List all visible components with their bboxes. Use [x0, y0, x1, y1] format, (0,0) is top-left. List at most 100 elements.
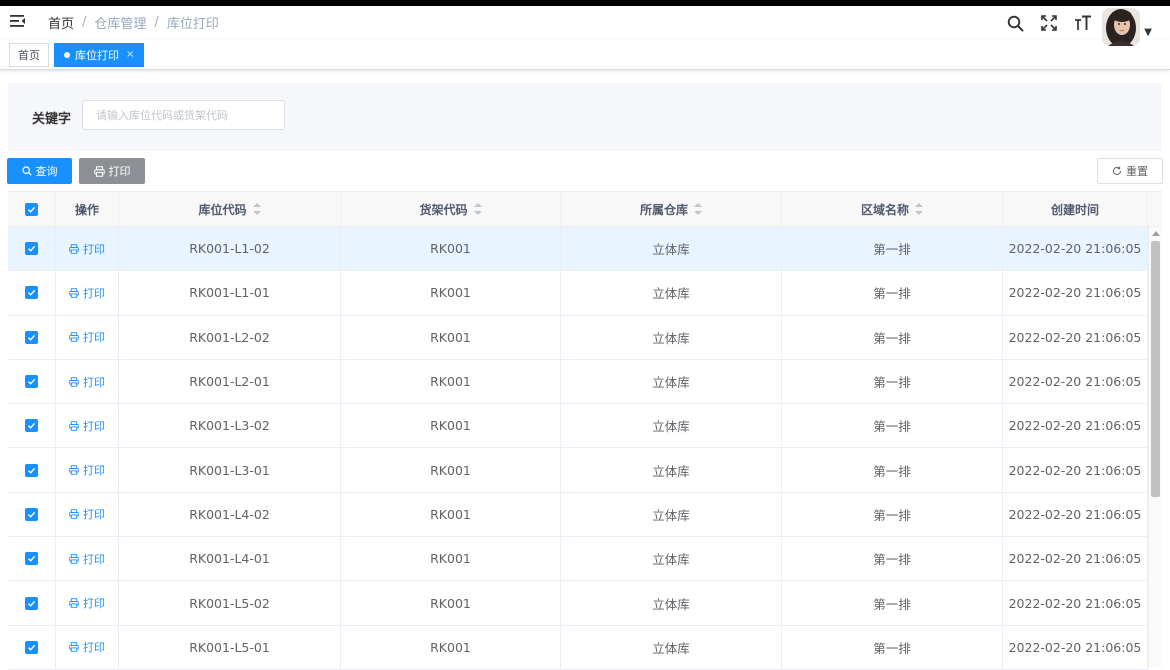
- header-search-button[interactable]: [998, 6, 1032, 40]
- tag-active-location-print[interactable]: 库位打印 ×: [54, 42, 145, 67]
- shelf-code-cell: RK001: [341, 359, 561, 404]
- area-name-cell: 第一排: [782, 537, 1003, 581]
- row-checkbox[interactable]: [25, 596, 38, 610]
- checkmark-icon: [28, 556, 36, 562]
- row-checkbox[interactable]: [25, 242, 38, 256]
- table-row[interactable]: 打印 RK001-L5-01 RK001 立体库 第一排 2022-02-20 …: [8, 625, 1148, 670]
- tag-home-label: 首页: [18, 48, 40, 62]
- row-print-label: 打印: [83, 597, 105, 611]
- right-toolbar: ▼: [998, 6, 1152, 46]
- checkmark-icon: [28, 467, 36, 474]
- row-checkbox[interactable]: [25, 419, 38, 433]
- printer-icon: [69, 465, 79, 475]
- table-row[interactable]: 打印 RK001-L5-02 RK001 立体库 第一排 2022-02-20 …: [8, 581, 1148, 626]
- column-label: 创建时间: [1050, 202, 1099, 217]
- row-print-link[interactable]: 打印: [69, 241, 105, 257]
- row-checkbox-cell: [8, 448, 56, 492]
- table-scrollbar[interactable]: [1148, 227, 1162, 667]
- row-print-label: 打印: [83, 331, 105, 345]
- sort-icon[interactable]: [694, 203, 702, 215]
- row-print-link[interactable]: 打印: [69, 329, 105, 345]
- checkmark-icon: [28, 511, 36, 518]
- area-name-cell: 第一排: [782, 625, 1003, 669]
- table-row[interactable]: 打印 RK001-L1-02 RK001 立体库 第一排 2022-02-20 …: [8, 227, 1148, 272]
- table-row[interactable]: 打印 RK001-L3-02 RK001 立体库 第一排 2022-02-20 …: [8, 404, 1148, 449]
- row-checkbox[interactable]: [25, 375, 38, 389]
- row-print-link[interactable]: 打印: [69, 462, 105, 478]
- breadcrumb-home[interactable]: 首页: [48, 13, 74, 32]
- row-checkbox[interactable]: [25, 330, 38, 344]
- table-row[interactable]: 打印 RK001-L1-01 RK001 立体库 第一排 2022-02-20 …: [8, 271, 1148, 316]
- scrollbar-thumb[interactable]: [1151, 241, 1160, 497]
- column-header-warehouse[interactable]: 所属仓库: [561, 192, 782, 226]
- row-print-link[interactable]: 打印: [69, 374, 105, 390]
- printer-icon: [69, 509, 79, 520]
- row-print-label: 打印: [83, 375, 105, 389]
- row-checkbox-cell: [8, 359, 56, 404]
- close-icon[interactable]: ×: [126, 49, 134, 60]
- checkmark-icon: [28, 245, 36, 252]
- row-checkbox[interactable]: [25, 507, 38, 521]
- row-checkbox-cell: [8, 404, 56, 448]
- row-print-label: 打印: [83, 552, 105, 566]
- shelf-code-cell: RK001: [341, 537, 561, 581]
- row-action-cell: 打印: [56, 404, 119, 448]
- column-header-area-name[interactable]: 区域名称: [782, 192, 1003, 226]
- select-all-checkbox[interactable]: [25, 202, 38, 216]
- sort-icon[interactable]: [252, 203, 261, 215]
- location-code-cell: RK001-L1-02: [119, 227, 341, 271]
- warehouse-cell: 立体库: [561, 492, 782, 537]
- hamburger-icon[interactable]: [10, 14, 26, 28]
- row-print-link[interactable]: 打印: [69, 595, 105, 611]
- search-icon: [1007, 15, 1024, 31]
- created-time-cell: 2022-02-20 21:06:05: [1003, 315, 1148, 359]
- row-checkbox[interactable]: [25, 286, 38, 300]
- row-action-cell: 打印: [56, 492, 119, 537]
- sort-icon[interactable]: [473, 203, 482, 215]
- area-name-cell: 第一排: [782, 271, 1003, 315]
- location-code-cell: RK001-L3-01: [119, 448, 341, 492]
- row-print-label: 打印: [83, 641, 105, 655]
- row-print-link[interactable]: 打印: [69, 639, 105, 655]
- tag-home[interactable]: 首页: [9, 42, 49, 67]
- reset-button[interactable]: 重置: [1097, 158, 1163, 184]
- row-print-link[interactable]: 打印: [69, 551, 105, 567]
- column-header-location-code[interactable]: 库位代码: [119, 192, 341, 226]
- location-code-cell: RK001-L5-01: [119, 625, 341, 669]
- keyword-input[interactable]: [82, 100, 285, 130]
- table-row[interactable]: 打印 RK001-L2-02 RK001 立体库 第一排 2022-02-20 …: [8, 315, 1148, 360]
- scroll-up-arrow-icon[interactable]: [1152, 231, 1160, 236]
- created-time-cell: 2022-02-20 21:06:05: [1003, 625, 1148, 669]
- row-checkbox[interactable]: [25, 463, 38, 477]
- chevron-down-icon[interactable]: ▼: [1144, 27, 1152, 38]
- created-time-cell: 2022-02-20 21:06:05: [1003, 448, 1148, 492]
- table-row[interactable]: 打印 RK001-L4-01 RK001 立体库 第一排 2022-02-20 …: [8, 537, 1148, 582]
- font-size-button[interactable]: [1066, 6, 1100, 40]
- row-print-link[interactable]: 打印: [69, 418, 105, 434]
- shelf-code-cell: RK001: [341, 227, 561, 271]
- query-button[interactable]: 查询: [7, 158, 72, 184]
- breadcrumb-warehouse-management: 仓库管理: [94, 17, 147, 32]
- row-action-cell: 打印: [56, 581, 119, 625]
- printer-icon: [69, 332, 79, 342]
- sort-icon[interactable]: [915, 203, 923, 215]
- column-label: 操作: [74, 202, 99, 217]
- row-print-label: 打印: [83, 286, 105, 300]
- fullscreen-button[interactable]: [1032, 6, 1066, 40]
- table-row[interactable]: 打印 RK001-L4-02 RK001 立体库 第一排 2022-02-20 …: [8, 492, 1148, 538]
- row-checkbox[interactable]: [25, 640, 38, 654]
- area-name-cell: 第一排: [782, 492, 1003, 537]
- table-row[interactable]: 打印 RK001-L3-01 RK001 立体库 第一排 2022-02-20 …: [8, 448, 1148, 493]
- row-checkbox[interactable]: [25, 552, 38, 566]
- print-button[interactable]: 打印: [79, 158, 145, 184]
- column-header-shelf-code[interactable]: 货架代码: [341, 192, 561, 226]
- breadcrumb: 首页 / 仓库管理 / 库位打印: [48, 13, 219, 32]
- table-row[interactable]: 打印 RK001-L2-01 RK001 立体库 第一排 2022-02-20 …: [8, 359, 1148, 405]
- row-print-link[interactable]: 打印: [69, 506, 105, 522]
- navbar: 首页 / 仓库管理 / 库位打印 ▼: [0, 6, 1170, 46]
- table-header-gutter: [1148, 191, 1162, 227]
- location-code-cell: RK001-L2-01: [119, 359, 341, 404]
- row-print-link[interactable]: 打印: [69, 285, 105, 301]
- row-action-cell: 打印: [56, 315, 119, 359]
- row-action-cell: 打印: [56, 448, 119, 492]
